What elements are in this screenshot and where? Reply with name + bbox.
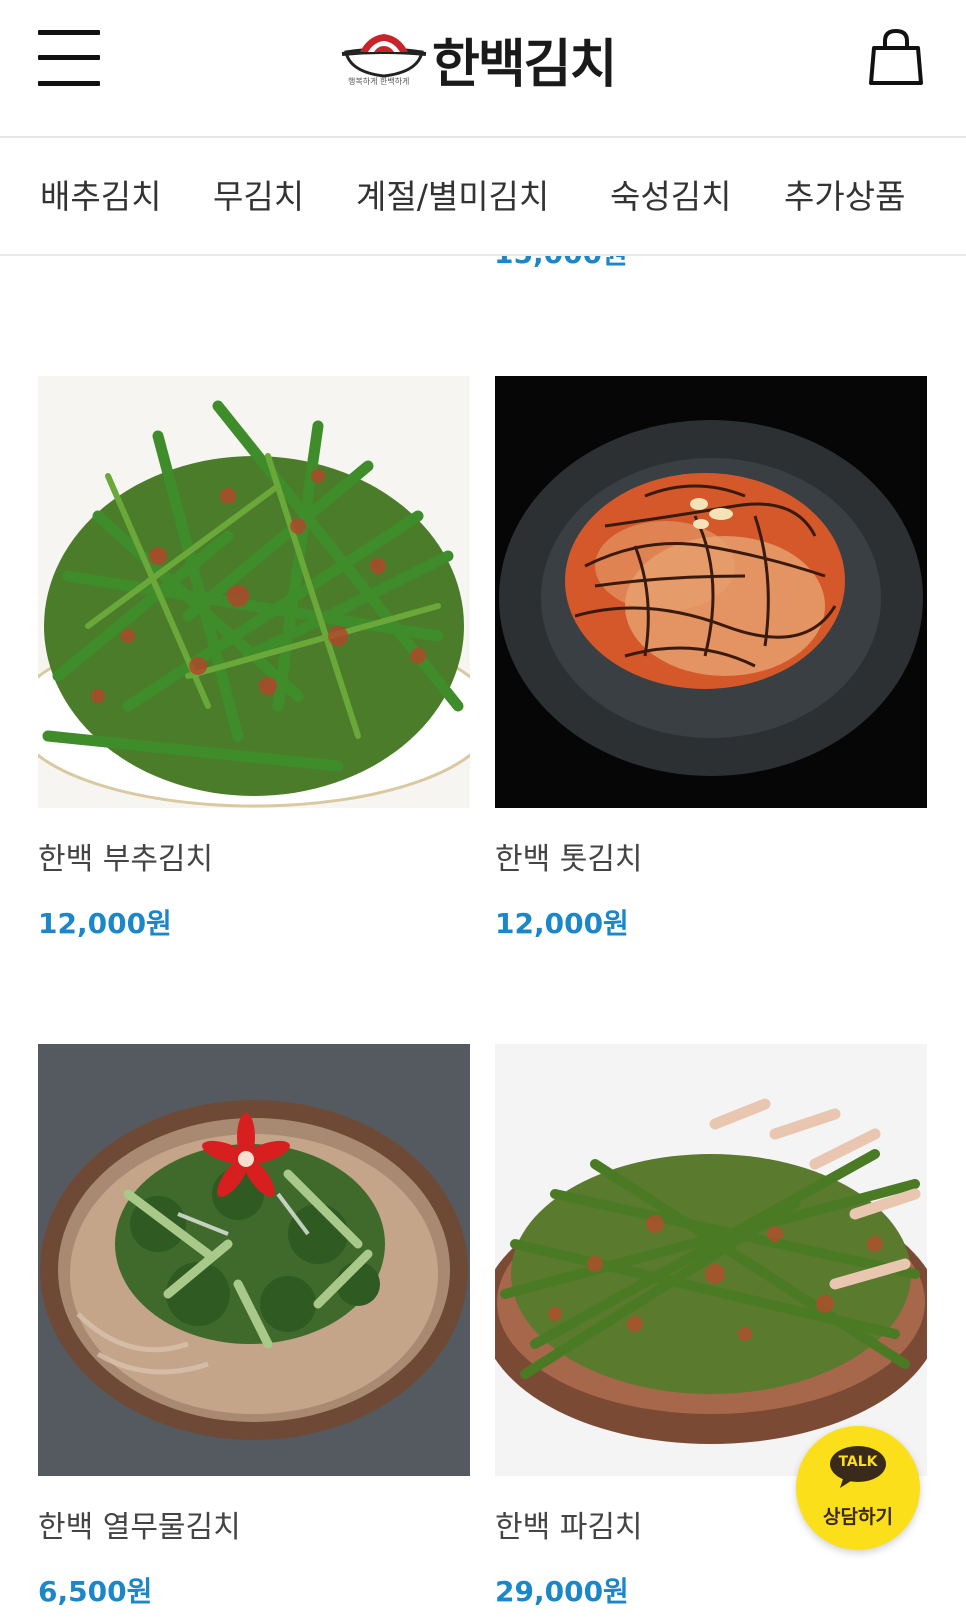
menu-icon-bar [38, 30, 100, 35]
product-name[interactable]: 한백 부추김치 [38, 834, 213, 878]
category-tab-mu[interactable]: 무김치 [213, 170, 304, 218]
menu-icon-bar [38, 81, 100, 86]
category-tab-seasonal[interactable]: 계절/별미김치 [356, 170, 549, 218]
young-radish-water-kimchi-image[interactable] [38, 1044, 470, 1476]
talk-badge-text: TALK [838, 1454, 878, 1470]
product-price: 29,000원 [495, 1575, 629, 1608]
kimchi-bowl-logo-icon [341, 34, 427, 78]
logo-text: 한백김치 [432, 35, 617, 95]
menu-icon-bar [38, 55, 100, 60]
product-card[interactable]: 한백 열무물김치 6,500원 [38, 1044, 470, 1608]
category-tab-aged[interactable]: 숙성김치 [610, 170, 731, 218]
kakao-talk-consult-button[interactable]: TALK 상담하기 [796, 1426, 920, 1550]
chives-kimchi-image[interactable] [38, 376, 470, 808]
menu-icon[interactable] [38, 30, 100, 86]
top-header: 한백김치 행복하게 한백하게 [0, 0, 966, 138]
hijiki-kimchi-image[interactable] [495, 376, 927, 808]
category-tab-baechu[interactable]: 배추김치 [40, 170, 161, 218]
category-nav: 배추김치 무김치 계절/별미김치 숙성김치 추가상품 [0, 138, 966, 256]
product-price: 12,000원 [495, 907, 629, 940]
product-name[interactable]: 한백 열무물김치 [38, 1502, 241, 1546]
consult-label: 상담하기 [823, 1506, 893, 1528]
product-name[interactable]: 한백 톳김치 [495, 834, 643, 878]
shopping-bag-icon[interactable] [868, 28, 924, 86]
product-card[interactable]: 한백 부추김치 12,000원 [38, 376, 470, 940]
product-card[interactable]: 한백 파김치 29,000원 [495, 1044, 927, 1608]
category-tab-extra[interactable]: 추가상품 [784, 170, 905, 218]
green-onion-kimchi-image[interactable] [495, 1044, 927, 1476]
brand-logo[interactable]: 한백김치 행복하게 한백하게 [340, 18, 630, 95]
product-card[interactable]: 한백 톳김치 12,000원 [495, 376, 927, 940]
product-name[interactable]: 한백 파김치 [495, 1502, 643, 1546]
product-price: 12,000원 [38, 907, 172, 940]
logo-subtext: 행복하게 한백하게 [348, 77, 410, 86]
product-price: 6,500원 [38, 1575, 153, 1608]
